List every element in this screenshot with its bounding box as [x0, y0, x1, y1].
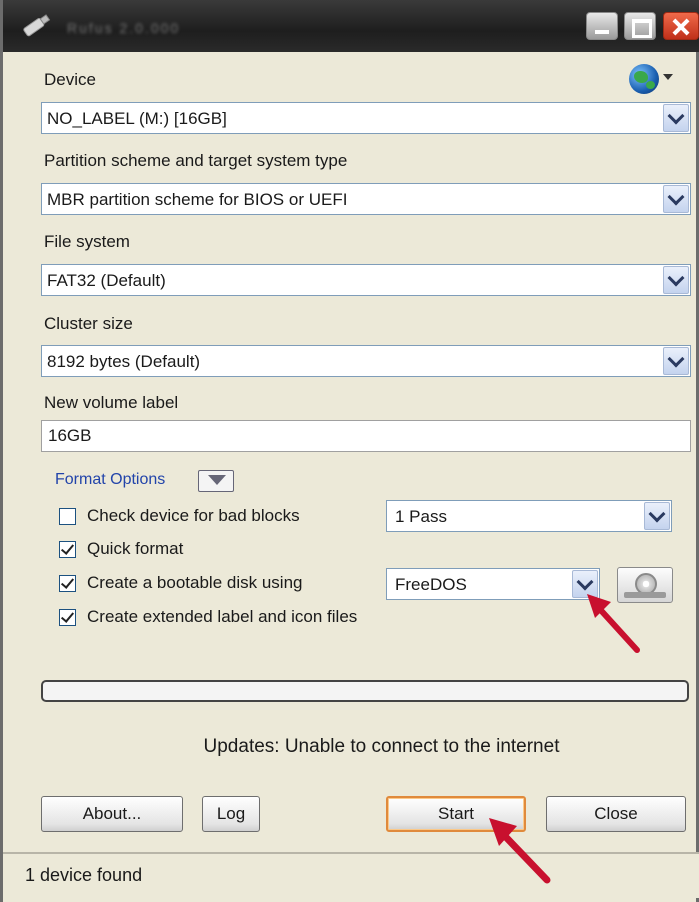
device-select[interactable]: NO_LABEL (M:) [16GB] — [41, 102, 691, 134]
filesystem-dropdown-arrow[interactable] — [663, 266, 689, 294]
expand-arrow-icon — [208, 475, 226, 485]
about-button[interactable]: About... — [41, 796, 183, 832]
dropdown-arrow-icon[interactable] — [663, 74, 673, 80]
close-button[interactable]: Close — [546, 796, 686, 832]
filesystem-label: File system — [44, 232, 130, 251]
bootable-checkbox[interactable] — [59, 575, 76, 592]
minimize-button[interactable] — [586, 12, 618, 40]
quick-format-checkbox[interactable] — [59, 541, 76, 558]
partition-select-value: MBR partition scheme for BIOS or UEFI — [47, 190, 348, 209]
partition-dropdown-arrow[interactable] — [663, 185, 689, 213]
bootable-type-value: FreeDOS — [395, 575, 467, 594]
bootable-type-select[interactable]: FreeDOS — [386, 568, 600, 600]
title-bar[interactable]: Rufus 2.0.000 — [3, 0, 699, 52]
bootable-label[interactable]: Create a bootable disk using — [87, 573, 302, 593]
status-bar-text: 1 device found — [25, 865, 143, 885]
maximize-button[interactable] — [624, 12, 656, 40]
status-message-text: Updates: Unable to connect to the intern… — [203, 736, 560, 757]
extended-label-label[interactable]: Create extended label and icon files — [87, 607, 357, 627]
cluster-dropdown-arrow[interactable] — [663, 347, 689, 375]
device-label: Device — [44, 70, 96, 89]
device-select-value: NO_LABEL (M:) [16GB] — [47, 109, 227, 128]
log-button[interactable]: Log — [202, 796, 260, 832]
globe-icon[interactable] — [629, 64, 659, 94]
chevron-down-icon — [648, 505, 666, 523]
cluster-label: Cluster size — [44, 314, 133, 333]
volume-label: New volume label — [44, 393, 179, 412]
progress-bar — [41, 680, 689, 702]
bad-blocks-passes-value: 1 Pass — [395, 507, 447, 526]
chevron-down-icon — [667, 107, 685, 125]
quick-format-label[interactable]: Quick format — [87, 539, 183, 559]
annotation-arrow-icon — [489, 818, 551, 884]
annotation-arrow-icon — [587, 594, 640, 653]
volume-label-input[interactable] — [42, 421, 690, 451]
partition-select[interactable]: MBR partition scheme for BIOS or UEFI — [41, 183, 691, 215]
rufus-window: Rufus 2.0.000 Device NO_LABEL (M:) [16GB… — [0, 0, 699, 902]
cluster-select-value: 8192 bytes (Default) — [47, 352, 201, 371]
chevron-down-icon — [667, 188, 685, 206]
filesystem-select-value: FAT32 (Default) — [47, 271, 166, 290]
chevron-down-icon — [667, 350, 685, 368]
status-bar: 1 device found — [3, 852, 699, 898]
bad-blocks-passes-select[interactable]: 1 Pass — [386, 500, 672, 532]
cluster-select[interactable]: 8192 bytes (Default) — [41, 345, 691, 377]
close-window-button[interactable] — [663, 12, 699, 40]
status-message: Updates: Unable to connect to the intern… — [3, 736, 699, 758]
volume-label-field[interactable] — [41, 420, 691, 452]
passes-dropdown-arrow[interactable] — [644, 502, 670, 530]
format-options-title[interactable]: Format Options — [55, 471, 165, 489]
format-options-toggle-icon[interactable] — [198, 470, 234, 492]
extended-label-checkbox[interactable] — [59, 609, 76, 626]
device-dropdown-arrow[interactable] — [663, 104, 689, 132]
window-title: Rufus 2.0.000 — [67, 20, 181, 36]
filesystem-select[interactable]: FAT32 (Default) — [41, 264, 691, 296]
usb-drive-icon — [23, 14, 51, 37]
chevron-down-icon — [667, 269, 685, 287]
partition-label: Partition scheme and target system type — [44, 151, 348, 170]
bad-blocks-checkbox[interactable] — [59, 508, 76, 525]
bad-blocks-label[interactable]: Check device for bad blocks — [87, 506, 300, 526]
